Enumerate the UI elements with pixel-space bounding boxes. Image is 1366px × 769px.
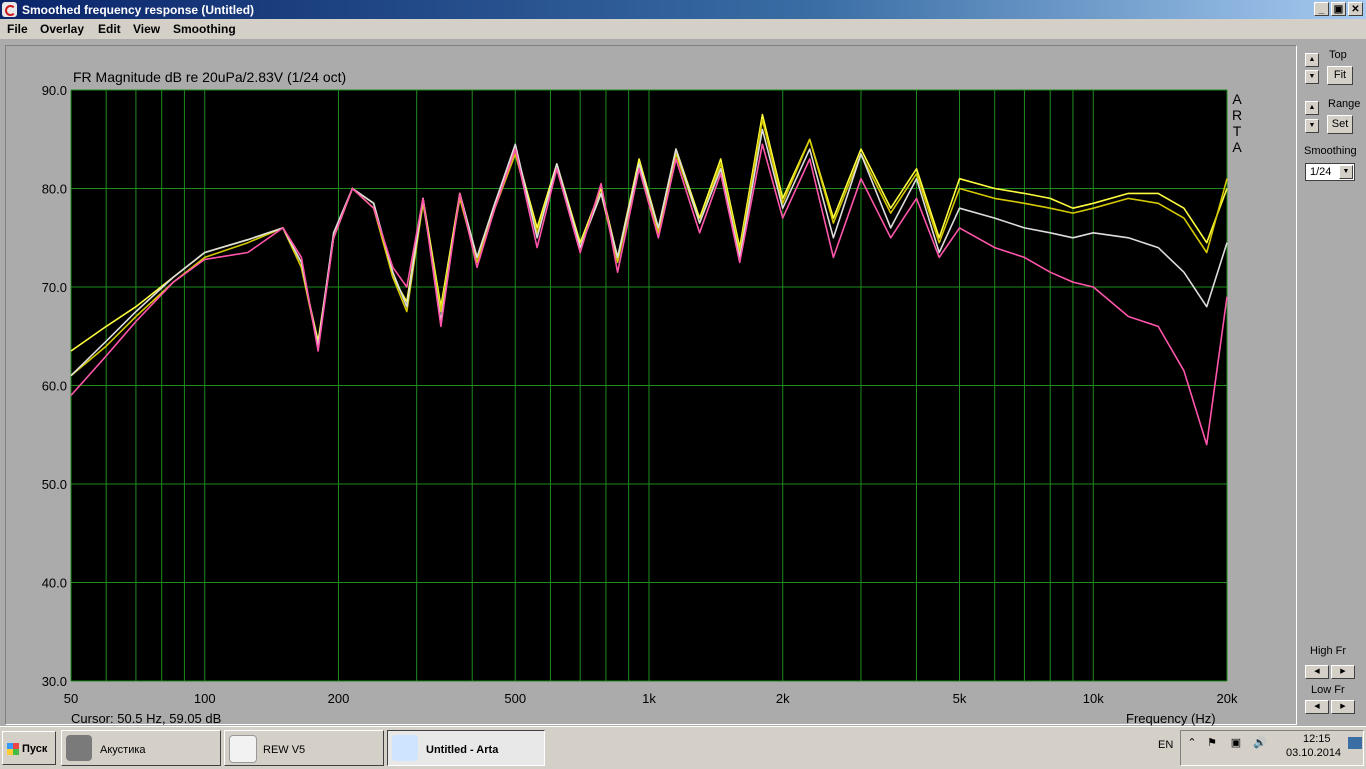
taskbar-item-arta[interactable]: Untitled - Arta	[387, 730, 545, 766]
top-label: Top	[1329, 49, 1347, 61]
y-tick-label: 30.0	[42, 674, 67, 689]
y-tick-label: 70.0	[42, 280, 67, 295]
start-label: Пуск	[22, 743, 48, 755]
x-axis-label: Frequency (Hz)	[1126, 711, 1216, 726]
y-tick-label: 80.0	[42, 182, 67, 197]
x-tick-label: 2k	[776, 691, 790, 706]
range-label: Range	[1328, 98, 1361, 110]
x-axis-ticks: 50 100 200 500 1k 2k 5k 10k 20k	[64, 691, 1238, 706]
set-button[interactable]: Set	[1327, 115, 1353, 134]
java-icon	[229, 735, 257, 763]
range-up-button[interactable]: ▲	[1305, 101, 1319, 115]
y-tick-label: 60.0	[42, 379, 67, 394]
low-fr-right-button[interactable]: ▶	[1331, 700, 1355, 714]
range-down-button[interactable]: ▼	[1305, 119, 1319, 133]
network-icon[interactable]: ▣	[1230, 737, 1242, 749]
top-down-button[interactable]: ▼	[1305, 70, 1319, 84]
smoothing-label: Smoothing	[1304, 145, 1357, 157]
windows-logo-icon	[7, 743, 19, 755]
frequency-response-chart[interactable]: 30.0 40.0 50.0 60.0 70.0 80.0 90.0 50 100 200 500…	[0, 0, 1366, 726]
high-fr-left-button[interactable]: ◀	[1305, 665, 1329, 679]
language-indicator[interactable]: EN	[1158, 739, 1173, 751]
x-tick-label: 50	[64, 691, 78, 706]
taskbar: Пуск Акустика REW V5 Untitled - Arta EN …	[0, 726, 1366, 769]
action-center-flag-icon[interactable]: ⚑	[1206, 737, 1218, 749]
high-fr-right-button[interactable]: ▶	[1331, 665, 1355, 679]
low-fr-left-button[interactable]: ◀	[1305, 700, 1329, 714]
chevron-down-icon[interactable]: ▼	[1339, 165, 1353, 179]
y-tick-label: 50.0	[42, 477, 67, 492]
cursor-readout: Cursor: 50.5 Hz, 59.05 dB	[71, 711, 222, 726]
high-fr-label: High Fr	[1310, 645, 1347, 657]
fit-button[interactable]: Fit	[1327, 66, 1353, 85]
y-tick-label: 90.0	[42, 83, 67, 98]
task-label: Untitled - Arta	[426, 744, 499, 756]
x-tick-label: 1k	[642, 691, 656, 706]
smoothing-select[interactable]: 1/24 ▼	[1305, 163, 1355, 181]
arta-icon	[392, 735, 418, 761]
smoothing-value: 1/24	[1310, 166, 1332, 178]
x-tick-label: 20k	[1217, 691, 1238, 706]
show-hidden-icons-icon[interactable]: ⌃	[1186, 737, 1198, 749]
task-label: Акустика	[100, 744, 146, 756]
clock-date[interactable]: 03.10.2014	[1286, 747, 1341, 759]
taskbar-item-rew[interactable]: REW V5	[224, 730, 384, 766]
task-label: REW V5	[263, 744, 306, 756]
y-axis-ticks: 30.0 40.0 50.0 60.0 70.0 80.0 90.0	[42, 83, 67, 689]
x-tick-label: 5k	[953, 691, 967, 706]
top-up-button[interactable]: ▲	[1305, 53, 1319, 67]
low-fr-label: Low Fr	[1311, 684, 1345, 696]
folder-speaker-icon	[66, 735, 92, 761]
start-button[interactable]: Пуск	[2, 731, 56, 765]
taskbar-item-akustika[interactable]: Акустика	[61, 730, 221, 766]
volume-icon[interactable]: 🔊	[1253, 737, 1267, 749]
y-tick-label: 40.0	[42, 576, 67, 591]
x-tick-label: 500	[504, 691, 526, 706]
x-tick-label: 200	[328, 691, 350, 706]
clock-time[interactable]: 12:15	[1303, 733, 1331, 745]
x-tick-label: 10k	[1083, 691, 1104, 706]
show-desktop-icon[interactable]	[1348, 737, 1362, 749]
x-tick-label: 100	[194, 691, 216, 706]
